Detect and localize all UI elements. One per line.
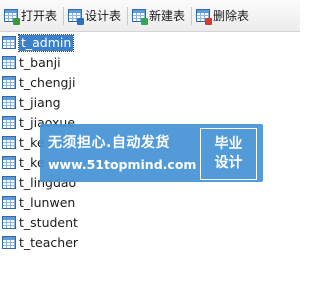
banner-box: 毕业 设计 <box>200 128 257 180</box>
table-icon <box>2 116 16 129</box>
open-table-icon <box>4 8 20 25</box>
delete-table-button[interactable]: 删除表 <box>194 4 253 28</box>
table-item[interactable]: t_jiang <box>2 93 61 112</box>
table-item-label: t_banji <box>19 54 61 70</box>
table-item-label: t_lunwen <box>19 194 76 210</box>
design-table-button[interactable]: 设计表 <box>66 4 125 28</box>
toolbar-divider <box>127 6 129 25</box>
table-icon <box>2 196 16 209</box>
table-icon <box>2 36 16 49</box>
watermark-banner: 无须担心.自动发货 www.51topmind.com 毕业 设计 <box>40 124 263 182</box>
table-item-label: t_chengji <box>19 74 76 90</box>
table-item[interactable]: t_lunwen <box>2 193 75 212</box>
banner-slogan: 无须担心.自动发货 <box>48 135 170 151</box>
table-item-label: t_teacher <box>19 234 79 250</box>
banner-url: www.51topmind.com <box>48 157 197 172</box>
table-item[interactable]: t_ke <box>2 133 45 152</box>
table-icon <box>2 136 16 149</box>
toolbar: 打开表 设计表 新建表 删除表 <box>0 0 300 32</box>
open-table-label: 打开表 <box>21 9 58 23</box>
table-icon <box>2 236 16 249</box>
table-item[interactable]: t_admin <box>2 33 75 52</box>
design-table-icon <box>68 8 85 25</box>
table-icon <box>2 96 16 109</box>
new-table-label: 新建表 <box>149 9 186 23</box>
banner-box-line2: 设计 <box>214 155 243 171</box>
table-item[interactable]: t_teacher <box>2 233 78 252</box>
table-item-label: t_admin <box>17 33 75 52</box>
toolbar-divider <box>191 6 193 25</box>
table-item[interactable]: t_chengji <box>2 73 75 92</box>
new-table-button[interactable]: 新建表 <box>130 4 189 28</box>
table-item-label: t_jiang <box>19 94 61 110</box>
design-table-label: 设计表 <box>85 9 122 23</box>
delete-table-icon <box>196 8 213 25</box>
table-item[interactable]: t_ke <box>2 153 45 172</box>
table-icon <box>2 216 16 229</box>
table-item[interactable]: t_banji <box>2 53 61 72</box>
table-icon <box>2 76 16 89</box>
table-icon <box>2 176 16 189</box>
banner-box-line1: 毕业 <box>214 136 243 152</box>
delete-table-label: 删除表 <box>213 9 250 23</box>
toolbar-divider <box>63 6 65 25</box>
open-table-button[interactable]: 打开表 <box>0 4 61 28</box>
table-item[interactable]: t_student <box>2 213 78 232</box>
table-icon <box>2 156 16 169</box>
new-table-icon <box>132 8 149 25</box>
table-icon <box>2 56 16 69</box>
table-item-label: t_student <box>19 214 78 230</box>
